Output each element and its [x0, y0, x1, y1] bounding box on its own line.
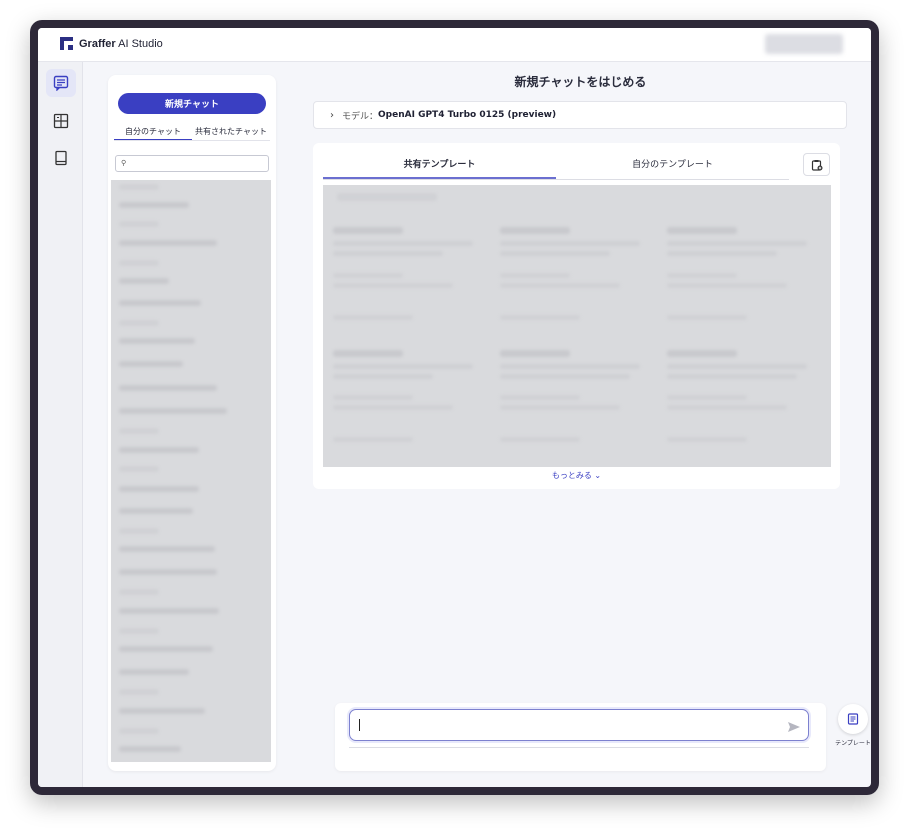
model-selector[interactable]: › モデル： OpenAI GPT4 Turbo 0125 (preview) [313, 101, 847, 129]
nav-docs-button[interactable] [46, 144, 76, 172]
search-icon: ⚲ [121, 159, 127, 167]
nav-chat-button[interactable] [46, 69, 76, 97]
chat-tabs: 自分のチャット 共有されたチャット [114, 125, 270, 141]
template-fab-button[interactable] [838, 704, 868, 734]
page-title: 新規チャットをはじめる [514, 75, 647, 89]
user-menu-redacted[interactable] [765, 34, 843, 54]
top-header: Graffer AI Studio [38, 28, 871, 62]
document-icon [847, 713, 859, 725]
chevron-right-icon: › [330, 109, 334, 121]
book-icon [55, 150, 67, 166]
template-grid-icon [53, 113, 69, 129]
show-more-link[interactable]: もっとみる ⌄ [313, 470, 840, 481]
nav-rail [38, 62, 83, 787]
new-chat-button[interactable]: 新規チャット [118, 93, 266, 114]
tab-my-templates[interactable]: 自分のテンプレート [556, 150, 789, 179]
tab-shared-chats[interactable]: 共有されたチャット [192, 125, 270, 140]
app-screen: Graffer AI Studio 新規チャット 自分のチャット 共有されたチャ… [38, 28, 871, 787]
template-fab-label: テンプレート [835, 740, 871, 747]
chat-icon [53, 75, 69, 91]
text-caret [359, 719, 360, 731]
tab-shared-templates[interactable]: 共有テンプレート [323, 150, 556, 179]
model-value: OpenAI GPT4 Turbo 0125 (preview) [378, 110, 557, 120]
template-tabs: 共有テンプレート 自分のテンプレート [323, 150, 789, 180]
app-window-frame: Graffer AI Studio 新規チャット 自分のチャット 共有されたチャ… [30, 20, 879, 795]
template-panel: 共有テンプレート 自分のテンプレート もっとみる ⌄ [313, 143, 840, 489]
message-composer [335, 703, 826, 771]
composer-divider [349, 747, 809, 748]
brand-name: Graffer [79, 37, 116, 50]
clipboard-add-icon [811, 159, 822, 171]
template-cards-redacted[interactable] [323, 185, 831, 467]
logo-mark-icon [60, 37, 73, 50]
add-template-button[interactable] [803, 153, 830, 176]
message-input[interactable] [349, 709, 809, 741]
nav-templates-button[interactable] [46, 107, 76, 135]
model-prefix: モデル： [342, 111, 379, 122]
send-icon [788, 722, 800, 732]
chat-search-input[interactable]: ⚲ [115, 155, 269, 172]
tab-my-chats[interactable]: 自分のチャット [114, 125, 192, 140]
app-logo[interactable]: Graffer AI Studio [60, 37, 163, 50]
send-button[interactable] [787, 718, 818, 737]
chat-history-list-redacted[interactable] [111, 180, 271, 762]
chat-sidebar: 新規チャット 自分のチャット 共有されたチャット ⚲ [108, 75, 276, 771]
brand-suffix: AI Studio [115, 37, 163, 50]
